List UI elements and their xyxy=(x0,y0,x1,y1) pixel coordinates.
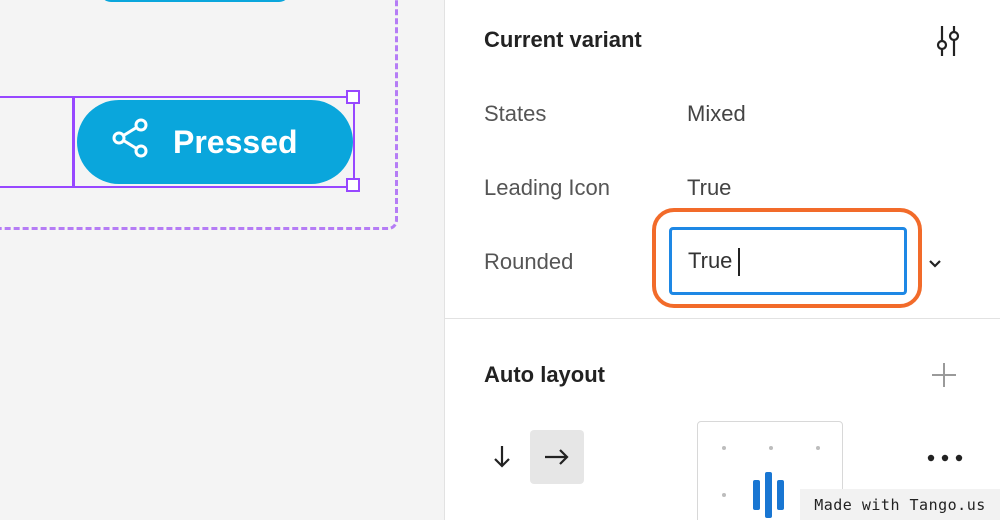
align-dot[interactable] xyxy=(722,446,726,450)
sibling-variant-selection[interactable] xyxy=(0,96,74,188)
align-indicator-bar xyxy=(777,480,784,510)
resize-handle-bottom-right[interactable] xyxy=(346,178,360,192)
text-caret xyxy=(738,248,740,276)
property-label-leading-icon: Leading Icon xyxy=(484,175,610,200)
section-divider xyxy=(445,318,1000,319)
design-canvas[interactable]: Pressed xyxy=(0,0,444,520)
align-dot[interactable] xyxy=(722,493,726,497)
rounded-value-input[interactable] xyxy=(669,227,907,295)
auto-layout-title: Auto layout xyxy=(484,362,605,387)
align-indicator-bar xyxy=(753,480,760,510)
align-indicator-bar xyxy=(765,472,772,518)
direction-horizontal-button[interactable] xyxy=(530,430,584,484)
align-dot[interactable] xyxy=(816,446,820,450)
resize-handle-top-right[interactable] xyxy=(346,90,360,104)
property-label-states: States xyxy=(484,101,547,126)
align-dot[interactable] xyxy=(769,446,773,450)
property-value-leading-icon[interactable]: True xyxy=(687,175,731,201)
property-label-rounded: Rounded xyxy=(484,249,574,274)
watermark: Made with Tango.us xyxy=(800,489,1000,520)
sliders-icon xyxy=(936,26,960,56)
more-options-button[interactable] xyxy=(921,440,969,476)
chevron-down-icon xyxy=(929,260,941,268)
current-variant-title: Current variant xyxy=(484,27,642,52)
plus-icon xyxy=(932,363,956,387)
arrow-down-icon xyxy=(494,446,510,468)
property-value-states[interactable]: Mixed xyxy=(687,101,746,127)
add-auto-layout-button[interactable] xyxy=(927,358,961,392)
selection-box[interactable] xyxy=(73,96,355,188)
rounded-dropdown-button[interactable] xyxy=(921,250,949,278)
properties-panel: Current variant States Mixed Leading Ico… xyxy=(444,0,1000,520)
adjust-variant-button[interactable] xyxy=(929,22,967,60)
ellipsis-icon xyxy=(927,454,963,462)
arrow-right-icon xyxy=(545,449,569,465)
direction-vertical-button[interactable] xyxy=(475,430,529,484)
